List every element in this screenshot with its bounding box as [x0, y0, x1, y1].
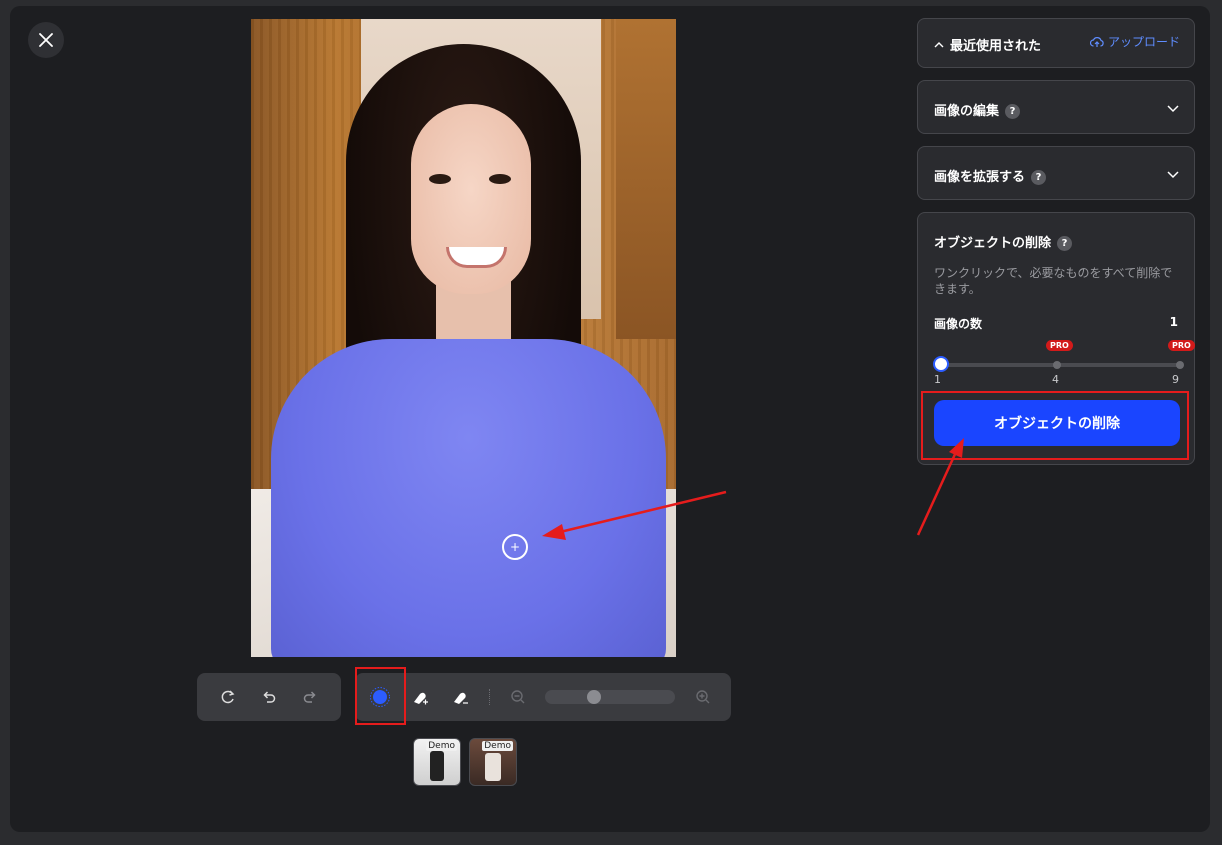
subject-eye-right [489, 174, 511, 184]
redo-icon [304, 691, 316, 703]
slider-tick-label: 4 [1052, 373, 1059, 386]
zoom-out-icon [511, 690, 525, 704]
close-icon [39, 33, 53, 47]
image-count-label: 画像の数 [934, 317, 983, 331]
demo-label: Demo [482, 741, 513, 751]
expand-image-panel[interactable]: 画像を拡張する? [917, 146, 1195, 200]
toolbar-divider [489, 689, 491, 705]
expand-image-title: 画像を拡張する? [934, 166, 1047, 185]
zoom-in-button[interactable] [688, 682, 718, 712]
edit-image-panel[interactable]: 画像の編集? [917, 80, 1195, 134]
brush-remove-icon [454, 692, 468, 704]
remove-object-title: オブジェクトの削除? [934, 232, 1073, 251]
image-count-slider[interactable] [940, 361, 1184, 369]
demo-thumbnail[interactable]: Demo [469, 738, 517, 786]
image-count-value: 1 [1169, 315, 1178, 329]
brush-add-icon [414, 692, 428, 705]
slider-stop[interactable] [1053, 361, 1061, 369]
upload-label: アップロード [1107, 35, 1180, 49]
slider-tick-label: 1 [934, 373, 941, 386]
chevron-down-icon[interactable] [1166, 167, 1180, 181]
image-count-slider-knob[interactable] [933, 356, 949, 372]
rotate-button[interactable] [213, 682, 243, 712]
slider-stop[interactable] [1176, 361, 1184, 369]
selection-toolbar [355, 673, 731, 721]
zoom-out-button[interactable] [503, 682, 533, 712]
rotate-icon [221, 690, 235, 704]
subject-eye-left [429, 174, 451, 184]
upload-link[interactable]: アップロード [1089, 33, 1180, 50]
demo-thumbnail-figure [485, 753, 501, 781]
recent-title-label: 最近使用された [950, 39, 1042, 54]
history-toolbar [197, 673, 341, 721]
click-target-marker[interactable]: + [502, 534, 528, 560]
remove-object-label: オブジェクトの削除 [934, 236, 1052, 251]
zoom-in-icon [696, 690, 710, 704]
image-canvas[interactable]: + [251, 19, 676, 657]
smart-select-highlight [355, 667, 406, 725]
demo-thumbnail[interactable]: Demo [413, 738, 461, 786]
cloud-upload-icon [1089, 36, 1104, 47]
chevron-up-icon [934, 42, 944, 48]
undo-icon [263, 691, 276, 703]
close-button[interactable] [28, 22, 64, 58]
expand-image-label: 画像を拡張する [934, 170, 1026, 185]
edit-image-title: 画像の編集? [934, 100, 1021, 119]
edit-image-label: 画像の編集 [934, 104, 1000, 119]
help-icon[interactable]: ? [1005, 104, 1021, 119]
slider-tick-label: 9 [1172, 373, 1179, 386]
help-icon[interactable]: ? [1031, 170, 1047, 185]
pro-badge: PRO [1046, 340, 1073, 351]
background-door [616, 19, 676, 339]
brush-add-button[interactable] [405, 682, 435, 712]
remove-object-description: ワンクリックで、必要なものをすべて削除できます。 [934, 266, 1173, 296]
zoom-slider-knob[interactable] [587, 690, 601, 704]
recent-panel[interactable]: 最近使用された アップロード [917, 18, 1195, 68]
remove-button-highlight [921, 391, 1189, 460]
subject-shirt-selected[interactable] [271, 339, 666, 657]
redo-button[interactable] [295, 682, 325, 712]
brush-remove-button[interactable] [445, 682, 475, 712]
chevron-down-icon[interactable] [1166, 101, 1180, 115]
demo-label: Demo [426, 741, 457, 751]
help-icon[interactable]: ? [1057, 236, 1073, 251]
recent-title: 最近使用された [934, 35, 1041, 54]
pro-badge: PRO [1168, 340, 1195, 351]
undo-button[interactable] [254, 682, 284, 712]
zoom-slider[interactable] [545, 690, 675, 704]
demo-thumbnail-figure [430, 751, 444, 781]
